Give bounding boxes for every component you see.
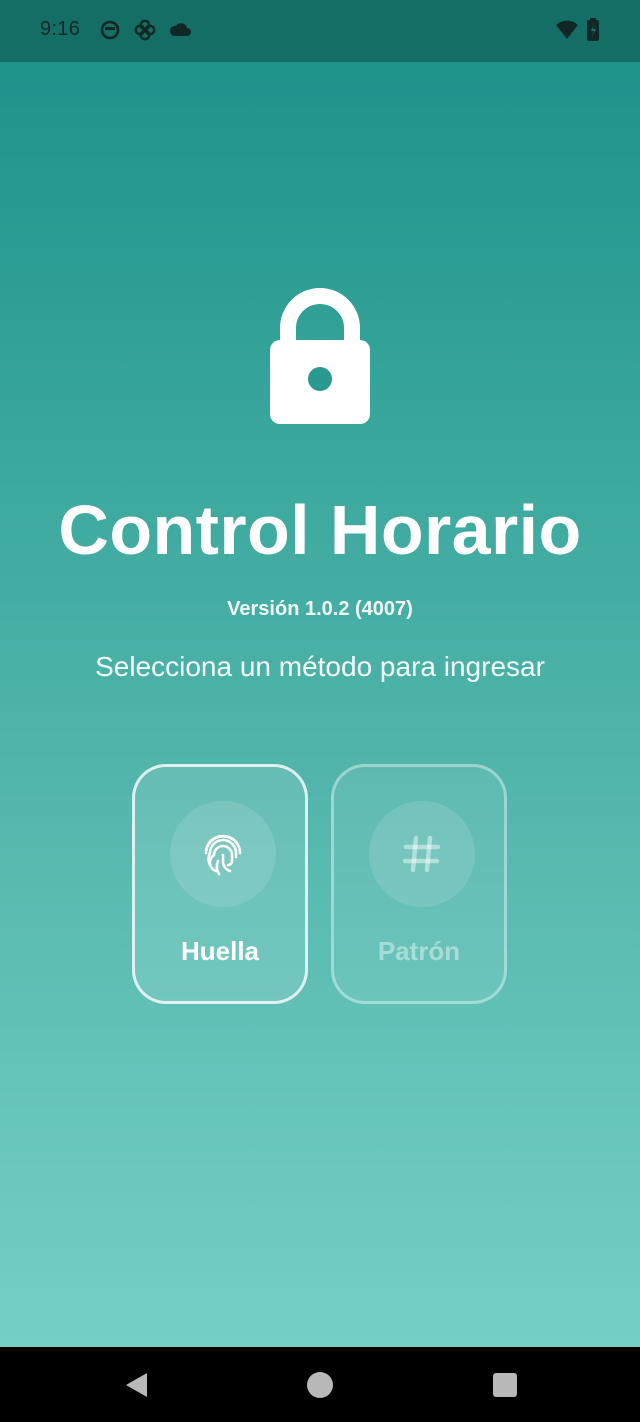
status-bar: 9:16 — [0, 0, 640, 62]
face-status-icon — [98, 18, 122, 42]
fingerprint-method-label: Huella — [180, 936, 260, 966]
app-title: Control Horario — [58, 491, 582, 569]
cloud-status-icon — [168, 18, 192, 42]
fingerprint-icon — [204, 834, 242, 876]
main-content — [0, 62, 640, 1347]
status-time: 9:16 — [40, 18, 81, 40]
pinwheel-status-icon — [133, 18, 157, 42]
lock-icon — [270, 288, 370, 424]
pattern-icon-circle — [369, 801, 475, 907]
recents-icon[interactable] — [490, 1370, 520, 1400]
version-label: Versión 1.0.2 (4007) — [227, 598, 413, 620]
instruction-text: Selecciona un método para ingresar — [95, 651, 545, 682]
pattern-method-button[interactable]: Patrón — [331, 764, 507, 1004]
back-icon[interactable] — [121, 1370, 151, 1400]
wifi-icon — [555, 18, 579, 42]
pattern-method-label: Patrón — [377, 936, 461, 966]
home-icon[interactable] — [305, 1370, 335, 1400]
navigation-bar — [0, 1347, 640, 1422]
fingerprint-method-button[interactable]: Huella — [132, 764, 308, 1004]
battery-icon — [581, 18, 605, 42]
hash-icon — [402, 835, 441, 873]
fingerprint-icon-circle — [170, 801, 276, 907]
login-screen: 9:16 Control Horario Versión 1.0.2 (4007… — [0, 0, 640, 1422]
